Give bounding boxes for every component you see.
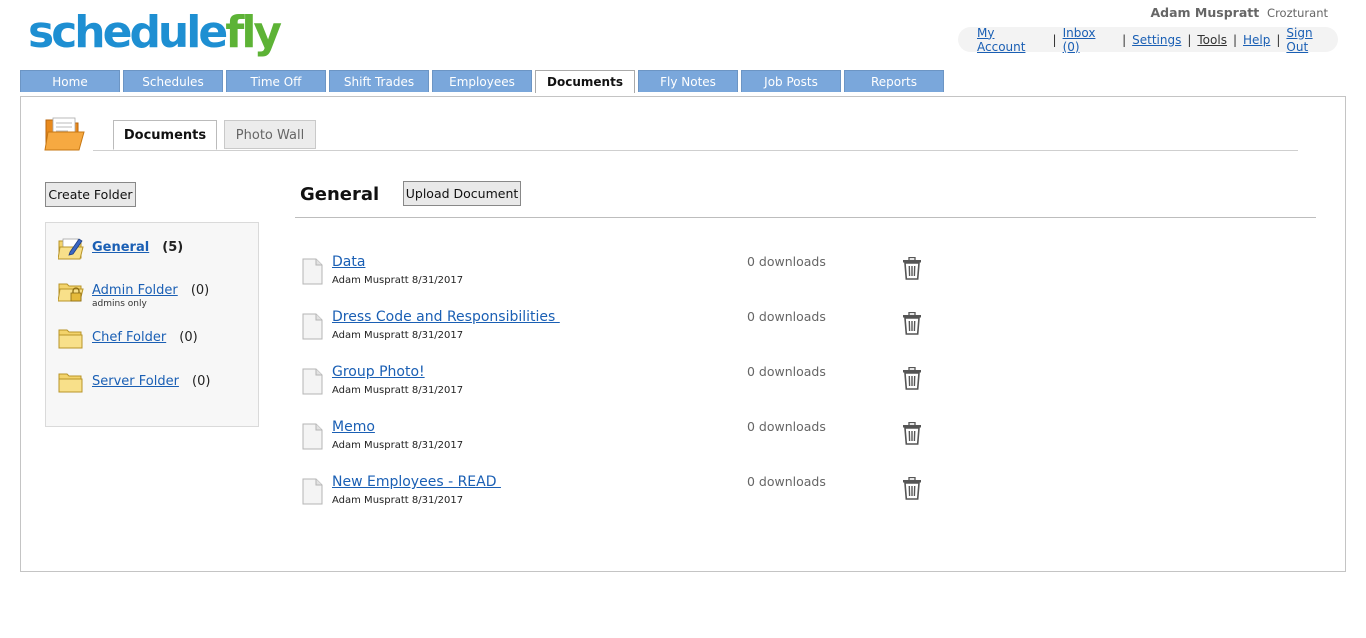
help-link[interactable]: Help: [1243, 33, 1270, 47]
folder-link-admin[interactable]: Admin Folder: [92, 283, 178, 298]
main-nav-tabs: Home Schedules Time Off Shift Trades Emp…: [20, 70, 947, 93]
folder-item-server[interactable]: Server Folder (0): [58, 370, 210, 394]
folder-count-general: (5): [162, 240, 184, 255]
folder-count-chef: (0): [179, 330, 198, 345]
logo-text-schedule: schedule: [28, 7, 228, 58]
trash-icon[interactable]: [902, 477, 922, 500]
trash-icon[interactable]: [902, 367, 922, 390]
document-link[interactable]: Group Photo!: [332, 364, 425, 380]
document-icon: [302, 368, 323, 395]
link-separator: |: [1052, 32, 1057, 47]
link-separator: |: [1232, 32, 1237, 47]
upload-document-button[interactable]: Upload Document: [403, 181, 521, 206]
tab-fly-notes[interactable]: Fly Notes: [638, 70, 738, 92]
folder-link-server[interactable]: Server Folder: [92, 374, 179, 389]
document-meta: Adam Muspratt 8/31/2017: [332, 495, 464, 506]
document-meta: Adam Muspratt 8/31/2017: [332, 275, 464, 286]
folder-title: General: [300, 184, 380, 205]
document-icon: [302, 313, 323, 340]
create-folder-button[interactable]: Create Folder: [45, 182, 136, 207]
user-name: Adam Muspratt: [1150, 5, 1260, 20]
logo-text-fly: fly: [225, 7, 282, 58]
trash-icon[interactable]: [902, 422, 922, 445]
document-row: New Employees - READ Adam Muspratt 8/31/…: [302, 474, 942, 524]
document-meta: Adam Muspratt 8/31/2017: [332, 385, 464, 396]
divider: [295, 217, 1316, 218]
settings-link[interactable]: Settings: [1132, 33, 1181, 47]
download-count: 0 downloads: [747, 474, 826, 489]
inbox-link[interactable]: Inbox (0): [1063, 26, 1117, 54]
document-row: Dress Code and Responsibilities Adam Mus…: [302, 309, 942, 359]
tab-employees[interactable]: Employees: [432, 70, 532, 92]
subtab-photo-wall[interactable]: Photo Wall: [224, 120, 316, 149]
sign-out-link[interactable]: Sign Out: [1286, 26, 1338, 54]
account-links-bar: My Account | Inbox (0) | Settings | Tool…: [958, 26, 1338, 54]
document-icon: [302, 423, 323, 450]
folder-item-admin[interactable]: Admin Folder (0) admins only: [58, 279, 209, 309]
download-count: 0 downloads: [747, 364, 826, 379]
subtab-documents[interactable]: Documents: [113, 120, 217, 150]
my-account-link[interactable]: My Account: [977, 26, 1047, 54]
folder-count-server: (0): [192, 374, 211, 389]
document-link[interactable]: Data: [332, 254, 365, 270]
folder-item-general[interactable]: General (5): [58, 236, 183, 260]
user-org: Crozturant: [1267, 6, 1328, 20]
document-meta: Adam Muspratt 8/31/2017: [332, 330, 464, 341]
tab-time-off[interactable]: Time Off: [226, 70, 326, 92]
edit-folder-icon: [58, 238, 84, 260]
document-row: Memo Adam Muspratt 8/31/2017 0 downloads: [302, 419, 942, 469]
document-icon: [302, 478, 323, 505]
folder-link-general[interactable]: General: [92, 240, 149, 255]
document-meta: Adam Muspratt 8/31/2017: [332, 440, 464, 451]
sub-tabs: Documents Photo Wall: [93, 120, 1298, 151]
document-link[interactable]: Memo: [332, 419, 375, 435]
link-separator: |: [1187, 32, 1192, 47]
folder-item-chef[interactable]: Chef Folder (0): [58, 326, 198, 350]
trash-icon[interactable]: [902, 312, 922, 335]
download-count: 0 downloads: [747, 254, 826, 269]
document-row: Data Adam Muspratt 8/31/2017 0 downloads: [302, 254, 942, 304]
trash-icon[interactable]: [902, 257, 922, 280]
tab-documents[interactable]: Documents: [535, 70, 635, 93]
document-row: Group Photo! Adam Muspratt 8/31/2017 0 d…: [302, 364, 942, 414]
link-separator: |: [1122, 32, 1127, 47]
locked-folder-icon: [58, 283, 84, 302]
folder-note-admin: admins only: [92, 299, 147, 309]
open-folder-icon: [44, 117, 85, 151]
document-link[interactable]: New Employees - READ: [332, 474, 501, 490]
download-count: 0 downloads: [747, 419, 826, 434]
folder-list: General (5) Admin Folder (0) admins only…: [45, 222, 259, 427]
user-info: Adam Muspratt Crozturant: [1151, 5, 1329, 20]
tab-reports[interactable]: Reports: [844, 70, 944, 92]
folder-icon: [58, 329, 83, 349]
document-link[interactable]: Dress Code and Responsibilities: [332, 309, 560, 325]
link-separator: |: [1276, 32, 1281, 47]
document-icon: [302, 258, 323, 285]
tab-schedules[interactable]: Schedules: [123, 70, 223, 92]
download-count: 0 downloads: [747, 309, 826, 324]
tab-shift-trades[interactable]: Shift Trades: [329, 70, 429, 92]
schedulefly-logo[interactable]: schedulefly: [28, 7, 282, 58]
tab-home[interactable]: Home: [20, 70, 120, 92]
folder-link-chef[interactable]: Chef Folder: [92, 330, 166, 345]
folder-count-admin: (0): [190, 283, 210, 298]
tools-link[interactable]: Tools: [1197, 33, 1227, 47]
tab-job-posts[interactable]: Job Posts: [741, 70, 841, 92]
folder-icon: [58, 373, 83, 393]
